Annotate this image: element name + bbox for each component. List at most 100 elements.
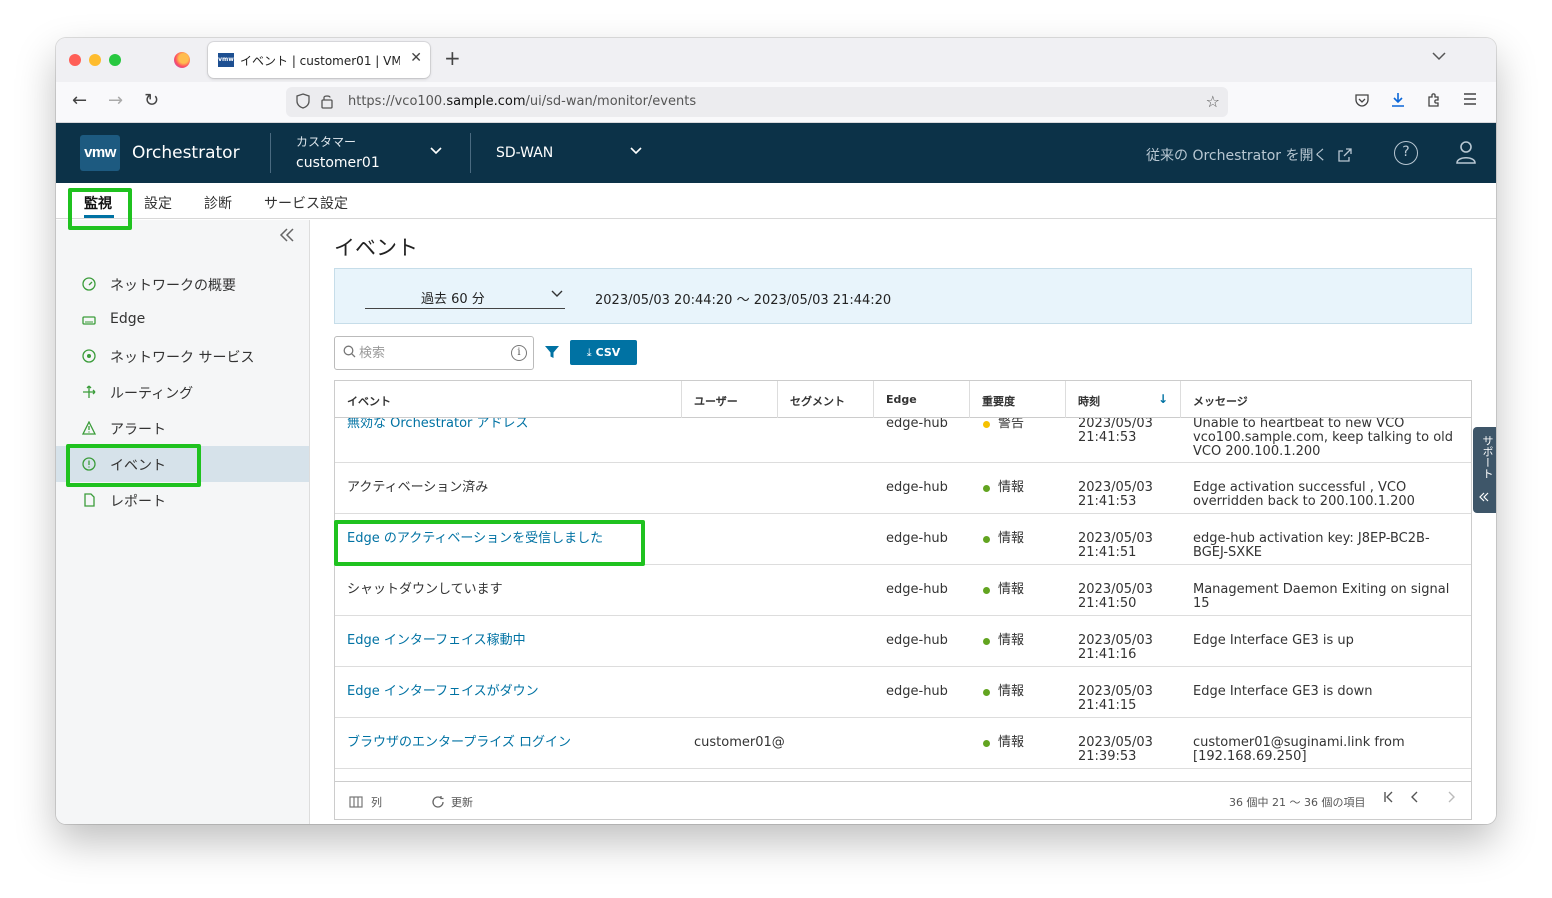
close-window-button[interactable] (69, 54, 81, 66)
chevron-down-icon[interactable] (630, 143, 642, 159)
table-row[interactable]: 無効な Orchestrator アドレス edge-hub 警告 2023/0… (335, 418, 1471, 463)
filter-icon[interactable] (544, 344, 560, 360)
bookmark-star-icon[interactable]: ☆ (1206, 92, 1220, 111)
csv-export-button[interactable]: ⤓ CSV (570, 340, 637, 365)
search-icon (343, 345, 356, 361)
support-label: サポート (1481, 435, 1494, 479)
table-row[interactable]: Edge のアクティベーションを受信しました edge-hub 情報 2023/… (335, 514, 1471, 565)
tab-list-chevron-icon[interactable] (1432, 50, 1446, 64)
event-icon (82, 457, 96, 471)
back-arrow-icon[interactable]: ← (72, 91, 87, 111)
event-name-link[interactable]: Edge のアクティベーションを受信しました (347, 532, 603, 546)
refresh-label: 更新 (451, 796, 473, 809)
severity-info-dot (983, 689, 990, 696)
event-name: アクティベーション済み (347, 480, 489, 495)
sidebar-item-network-overview[interactable]: ネットワークの概要 (56, 266, 309, 302)
support-side-tab[interactable]: サポート (1473, 427, 1496, 513)
severity-info-dot (983, 740, 990, 747)
table-row[interactable]: Edge インターフェイスがダウン edge-hub 情報 2023/05/03… (335, 667, 1471, 718)
severity-info-dot (983, 485, 990, 492)
url-path: /ui/sd-wan/monitor/events (525, 94, 697, 109)
sidebar-item-events[interactable]: イベント (56, 446, 309, 482)
url-text[interactable]: https://vco100.sample.com/ui/sd-wan/moni… (348, 94, 696, 109)
event-name: シャットダウンしています (347, 582, 503, 597)
sidebar-item-label: レポート (110, 494, 166, 510)
chevron-down-icon[interactable] (430, 143, 442, 159)
tab-configure[interactable]: 設定 (144, 193, 172, 213)
table-row[interactable]: シャットダウンしています edge-hub 情報 2023/05/03 21:4… (335, 565, 1471, 616)
sidebar-item-routing[interactable]: ルーティング (56, 374, 309, 410)
new-tab-icon[interactable]: + (444, 48, 461, 68)
column-header-time[interactable]: 時刻 ↓ (1066, 381, 1181, 418)
search-box[interactable]: i (334, 336, 534, 370)
sidebar-item-alerts[interactable]: アラート (56, 410, 309, 446)
minimize-window-button[interactable] (89, 54, 101, 66)
menu-hamburger-icon[interactable] (1462, 92, 1478, 110)
sidebar-item-network-services[interactable]: ネットワーク サービス (56, 338, 309, 374)
sidebar-item-edge[interactable]: Edge (56, 302, 309, 338)
app-header: vmw Orchestrator カスタマー customer01 SD-WAN… (56, 123, 1496, 183)
vmware-logo[interactable]: vmw (80, 135, 120, 171)
next-page-icon[interactable] (1445, 791, 1457, 807)
extensions-icon[interactable] (1426, 92, 1442, 112)
time-clock-cell: 21:41:50 (1078, 596, 1137, 611)
chevron-down-icon[interactable] (551, 287, 563, 301)
table-row[interactable]: アクティベーション済み edge-hub 情報 2023/05/03 21:41… (335, 463, 1471, 514)
download-icon[interactable] (1390, 92, 1406, 112)
pocket-icon[interactable] (1354, 92, 1370, 112)
legacy-orchestrator-link[interactable]: 従来の Orchestrator を開く (1146, 145, 1352, 166)
help-icon[interactable]: ? (1394, 141, 1418, 165)
info-icon[interactable]: i (511, 345, 527, 361)
tab-diagnostics[interactable]: 診断 (204, 193, 232, 213)
sort-descending-icon[interactable]: ↓ (1158, 392, 1168, 406)
previous-page-icon[interactable] (1409, 791, 1421, 807)
search-input[interactable] (359, 343, 499, 363)
column-header-segment[interactable]: セグメント (778, 381, 874, 418)
time-range-text: 2023/05/03 20:44:20 ～ 2023/05/03 21:44:2… (595, 293, 892, 308)
time-date-cell: 2023/05/03 (1078, 633, 1153, 648)
lock-icon[interactable] (320, 93, 334, 113)
event-name-link[interactable]: 無効な Orchestrator アドレス (347, 418, 529, 431)
column-header-message[interactable]: メッセージ (1181, 381, 1471, 418)
browser-tab-active[interactable]: vmw イベント | customer01 | VMware ✕ (208, 42, 430, 78)
table-footer: 列 更新 36 個中 21 ～ 36 個の項目 (335, 781, 1471, 819)
edge-device-icon (82, 313, 96, 327)
first-page-icon[interactable] (1383, 791, 1395, 807)
event-name-link[interactable]: Edge インターフェイス稼動中 (347, 634, 526, 648)
column-header-edge[interactable]: Edge (874, 381, 970, 418)
refresh-button[interactable]: 更新 (431, 794, 473, 812)
browser-window: vmw イベント | customer01 | VMware ✕ + ← → ↻… (56, 38, 1496, 824)
customer-label: カスタマー (296, 135, 357, 149)
edge-cell: edge-hub (886, 418, 948, 431)
time-range-bar: 過去 60 分 2023/05/03 20:44:20 ～ 2023/05/03… (334, 268, 1472, 324)
time-clock-cell: 21:39:53 (1078, 749, 1137, 764)
reload-icon[interactable]: ↻ (144, 91, 159, 111)
table-row[interactable]: Edge インターフェイス稼動中 edge-hub 情報 2023/05/03 … (335, 616, 1471, 667)
event-name-link[interactable]: Edge インターフェイスがダウン (347, 685, 539, 699)
column-toggle-button[interactable]: 列 (349, 794, 382, 811)
tab-close-icon[interactable]: ✕ (410, 50, 422, 66)
user-profile-icon[interactable] (1454, 139, 1478, 165)
tab-service-settings[interactable]: サービス設定 (264, 193, 348, 213)
shield-icon[interactable] (296, 93, 310, 113)
time-range-select[interactable]: 過去 60 分 (365, 287, 565, 309)
event-name-link[interactable]: ブラウザのエンタープライズ ログイン (347, 736, 571, 750)
forward-arrow-icon[interactable]: → (108, 91, 123, 111)
severity-cell: 情報 (998, 582, 1025, 597)
table-row[interactable]: ブラウザのエンタープライズ ログイン customer01@ 情報 2023/0… (335, 718, 1471, 769)
sidebar-item-reports[interactable]: レポート (56, 482, 309, 518)
column-header-event[interactable]: イベント (335, 381, 682, 418)
url-prefix: https://vco100. (348, 94, 447, 109)
maximize-window-button[interactable] (109, 54, 121, 66)
vmware-favicon-icon: vmw (218, 53, 234, 67)
severity-cell: 情報 (998, 480, 1025, 495)
collapse-sidebar-icon[interactable] (278, 224, 296, 248)
events-table: イベント ユーザー セグメント Edge 重要度 時刻 ↓ メッセージ 無効な … (334, 380, 1472, 820)
column-header-user[interactable]: ユーザー (682, 381, 778, 418)
url-bar[interactable]: https://vco100.sample.com/ui/sd-wan/moni… (286, 87, 1228, 117)
tab-monitor[interactable]: 監視 (84, 193, 112, 213)
refresh-icon (431, 795, 445, 812)
tab-strip: vmw イベント | customer01 | VMware ✕ + (56, 38, 1496, 82)
column-header-severity[interactable]: 重要度 (970, 381, 1066, 418)
severity-cell: 警告 (998, 418, 1025, 431)
